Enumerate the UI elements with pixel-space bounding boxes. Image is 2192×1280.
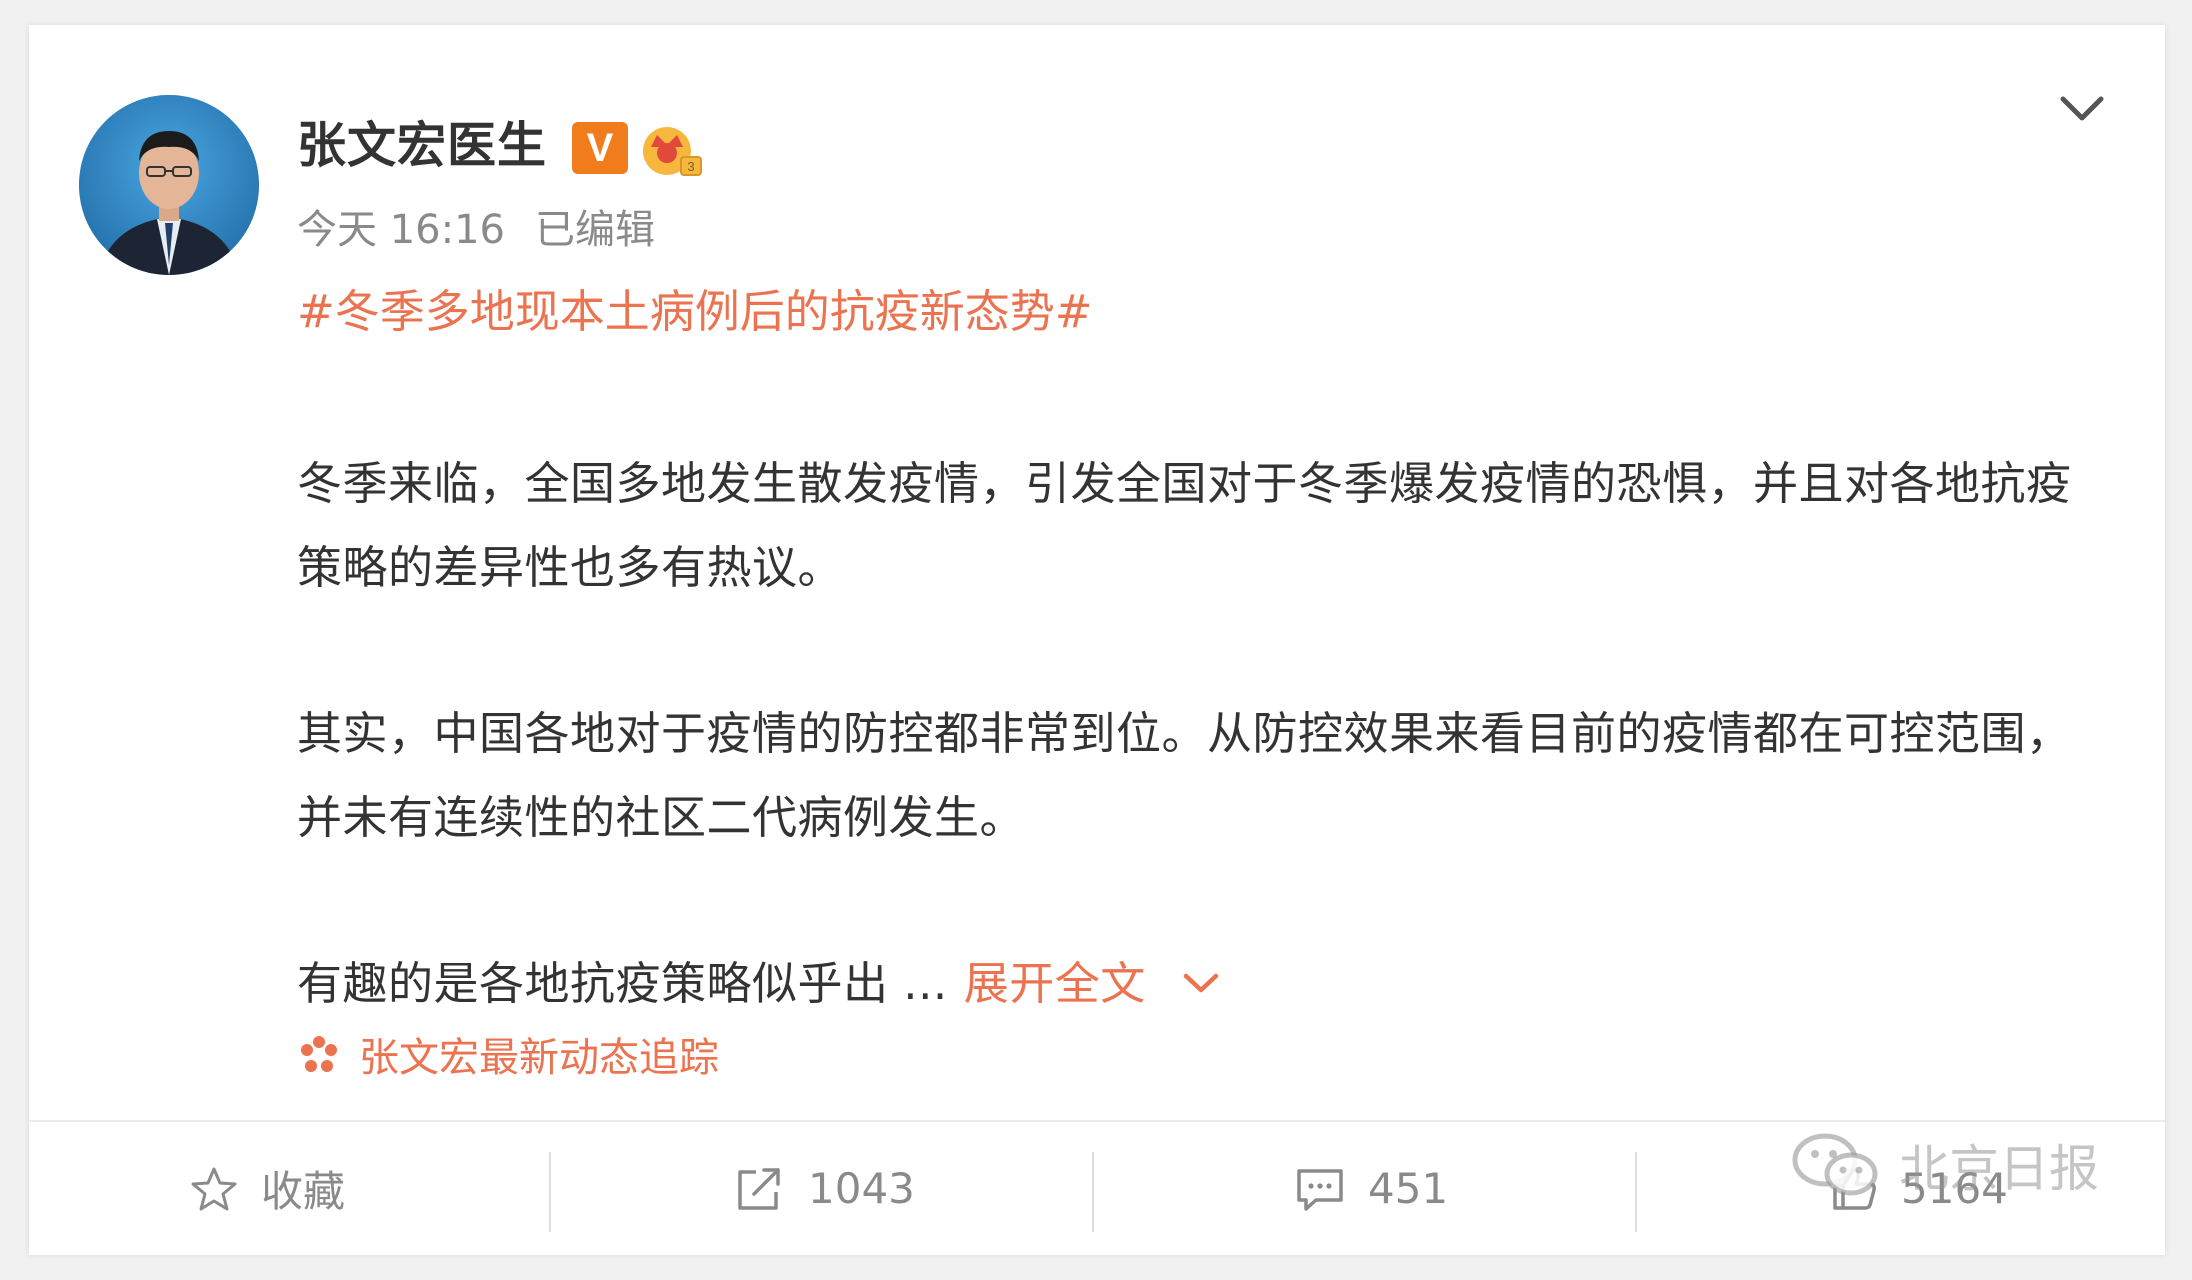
repost-button[interactable]: 1043 xyxy=(734,1122,915,1255)
topic-link[interactable]: 张文宏最新动态追踪 xyxy=(297,1030,719,1086)
crown-vip-icon: 3 xyxy=(643,127,702,176)
wechat-logo-icon xyxy=(1792,1133,1878,1196)
comment-count: 451 xyxy=(1368,1164,1449,1213)
expand-label: 展开全文 xyxy=(963,957,1146,1010)
edited-label: 已编辑 xyxy=(535,207,655,253)
post-meta: 今天 16:16 已编辑 xyxy=(297,205,655,255)
watermark-text: 北京日报 xyxy=(1899,1140,2099,1198)
post-paragraph: 冬季来临，全国多地发生散发疫情，引发全国对于冬季爆发疫情的恐惧，并且对各地抗疫策… xyxy=(297,457,2072,594)
watermark: 北京日报 xyxy=(1789,1125,2099,1205)
avatar[interactable] xyxy=(79,95,259,275)
weibo-post-card: 张文宏医生 V 3 今天 16:16 已编辑 #冬季多地现本土病例后的抗疫新态势#… xyxy=(29,25,2165,1255)
action-separator xyxy=(1092,1152,1094,1232)
verified-badge: V xyxy=(572,122,628,174)
svg-text:3: 3 xyxy=(687,159,694,174)
star-icon xyxy=(191,1167,237,1210)
share-icon xyxy=(738,1167,780,1210)
chevron-down-icon[interactable] xyxy=(2055,87,2109,131)
expand-full-text-link[interactable]: 展开全文 xyxy=(964,957,1222,1010)
post-time: 今天 16:16 xyxy=(297,207,505,253)
flower-icon xyxy=(301,1036,337,1072)
comment-icon xyxy=(1297,1168,1343,1211)
favorite-button[interactable]: 收藏 xyxy=(189,1122,345,1255)
post-paragraph: 其实，中国各地对于疫情的防控都非常到位。从防控效果来看目前的疫情都在可控范围，并… xyxy=(297,707,2072,844)
action-separator xyxy=(1635,1152,1637,1232)
post-paragraph-text: 有趣的是各地抗疫策略似乎出 ... xyxy=(297,957,948,1010)
action-separator xyxy=(549,1152,551,1232)
post-paragraph-truncated: 有趣的是各地抗疫策略似乎出 ... 展开全文 xyxy=(297,942,2087,1026)
favorite-label: 收藏 xyxy=(261,1167,346,1216)
author-name[interactable]: 张文宏医生 xyxy=(297,116,547,176)
comment-button[interactable]: 451 xyxy=(1294,1122,1448,1255)
repost-count: 1043 xyxy=(808,1164,915,1213)
chevron-down-icon xyxy=(1183,973,1218,993)
hashtag-link[interactable]: #冬季多地现本土病例后的抗疫新态势# xyxy=(297,284,1092,340)
topic-link-label: 张文宏最新动态追踪 xyxy=(359,1035,719,1081)
avatar-image xyxy=(79,95,259,275)
